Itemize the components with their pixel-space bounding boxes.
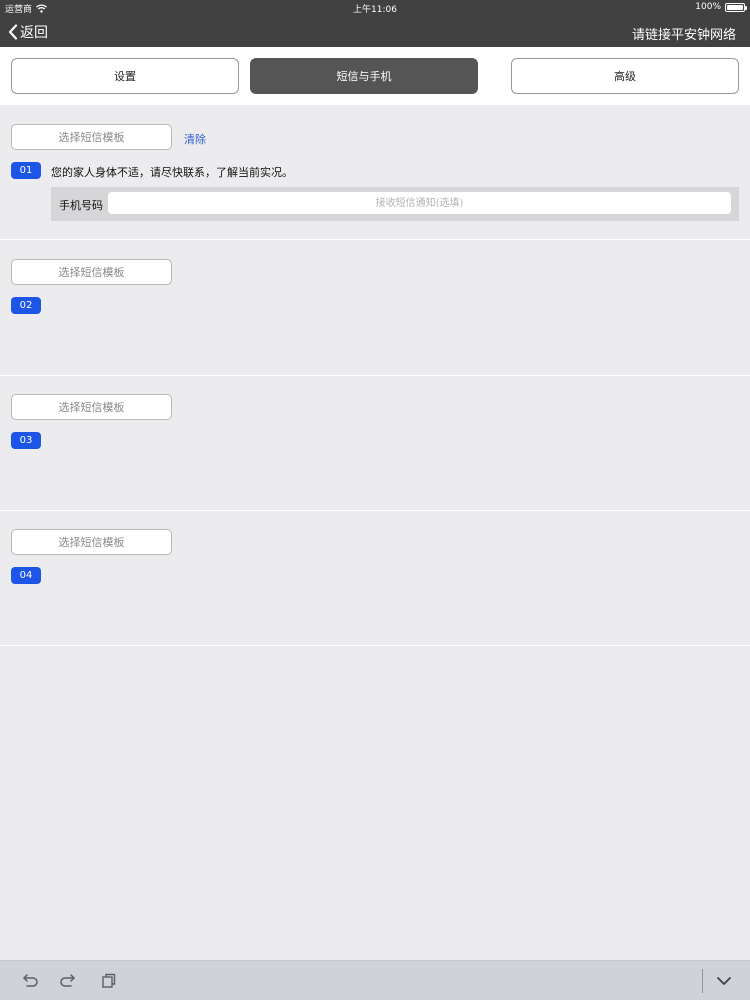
undo-icon[interactable]: [20, 971, 40, 991]
phone-number-row: 手机号码: [51, 187, 739, 221]
back-button[interactable]: 返回: [8, 22, 48, 42]
sms-section-01: 选择短信模板 清除 01 您的家人身体不适，请尽快联系，了解当前实况。 手机号码: [0, 105, 750, 240]
tab-sms-phone[interactable]: 短信与手机: [250, 58, 478, 94]
section-number-badge: 02: [11, 297, 41, 314]
sms-section-03: 选择短信模板 03: [0, 376, 750, 511]
select-template-button[interactable]: 选择短信模板: [11, 259, 172, 285]
section-number-badge: 03: [11, 432, 41, 449]
nav-bar: 返回 请链接平安钟网络: [0, 16, 750, 47]
chevron-left-icon: [8, 24, 18, 40]
sms-section-04: 选择短信模板 04: [0, 511, 750, 646]
clear-link[interactable]: 清除: [184, 131, 206, 147]
battery-percent: 100%: [695, 2, 721, 12]
tab-bar: 设置 短信与手机 高级: [0, 47, 750, 105]
phone-number-label: 手机号码: [59, 199, 103, 212]
status-right: 100%: [695, 2, 747, 12]
tab-advanced[interactable]: 高级: [511, 58, 739, 94]
select-template-button[interactable]: 选择短信模板: [11, 124, 172, 150]
keyboard-shortcut-bar: [0, 960, 750, 1000]
select-template-button[interactable]: 选择短信模板: [11, 529, 172, 555]
back-label: 返回: [20, 25, 48, 41]
tab-settings[interactable]: 设置: [11, 58, 239, 94]
paste-icon[interactable]: [98, 971, 118, 991]
chevron-down-icon[interactable]: [714, 971, 734, 991]
select-template-button[interactable]: 选择短信模板: [11, 394, 172, 420]
connection-status: 请链接平安钟网络: [631, 28, 736, 43]
section-number-badge: 01: [11, 162, 41, 179]
battery-icon: [725, 2, 747, 12]
sms-section-02: 选择短信模板 02: [0, 241, 750, 376]
toolbar-divider: [702, 969, 703, 993]
phone-number-input[interactable]: [108, 192, 731, 214]
sms-message-text: 您的家人身体不适，请尽快联系，了解当前实况。: [51, 166, 293, 179]
status-bar: 运营商 上午11:06 100%: [0, 0, 750, 16]
redo-icon[interactable]: [58, 971, 78, 991]
section-number-badge: 04: [11, 567, 41, 584]
status-time: 上午11:06: [353, 5, 397, 15]
